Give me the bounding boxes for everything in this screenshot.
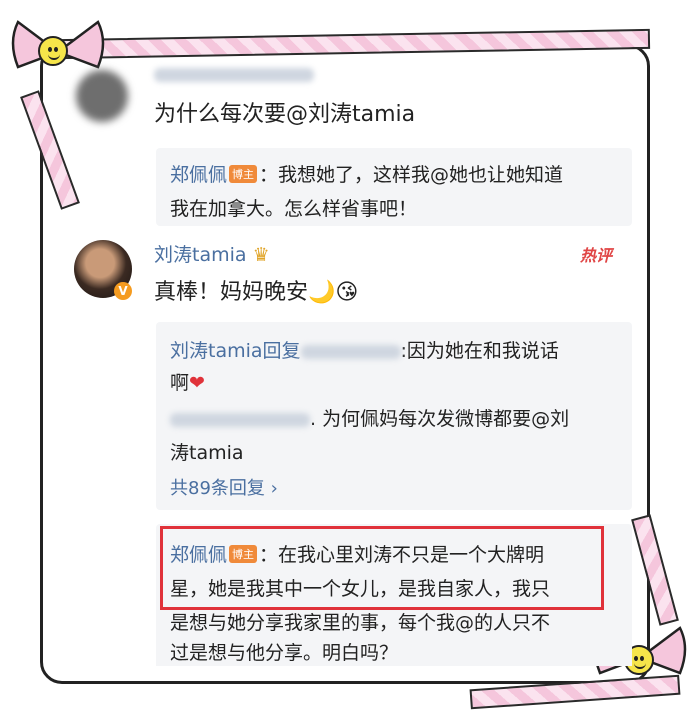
reply-text: ：我想她了，这样我@她也让她知道 <box>259 164 564 186</box>
weibo-comment-screenshot: 为什么每次要@刘涛tamia 郑佩佩 博主 ：我想她了，这样我@她也让她知道 我在加… <box>60 58 636 666</box>
blogger-badge: 博主 <box>229 165 258 183</box>
reply-line-1: 郑佩佩 博主 ：我想她了，这样我@她也让她知道 <box>170 160 563 187</box>
hot-comment-tag: 热评 <box>580 246 613 265</box>
red-highlight-rectangle <box>160 526 604 610</box>
heart-icon: ❤ <box>189 372 205 394</box>
avatar-blurred[interactable] <box>76 70 128 122</box>
sub-reply-1-cont: 啊❤ <box>170 372 205 394</box>
sub-reply-2[interactable]: . 为何佩妈每次发微博都要@刘 <box>170 404 569 431</box>
comment-author[interactable]: 刘涛tamia ♛ <box>154 240 270 267</box>
username-blurred <box>170 412 310 427</box>
comment-text: 真棒！妈妈晚安🌙😘 <box>154 280 359 305</box>
moon-icon: 🌙 <box>308 280 336 305</box>
kiss-emoji-icon: 😘 <box>335 280 359 305</box>
highlight-line-3: 是想与她分享我家里的事，每个我@的人只不 <box>170 612 551 634</box>
reply-author[interactable]: 郑佩佩 <box>170 164 227 186</box>
username-blurred <box>154 68 314 82</box>
more-replies-link[interactable]: 共89条回复 › <box>170 474 278 500</box>
crown-icon: ♛ <box>252 244 270 266</box>
post-question: 为什么每次要@刘涛tamia <box>154 102 416 127</box>
sub-reply-1[interactable]: 刘涛tamia回复:因为她在和我说话 <box>170 336 559 363</box>
verified-badge-icon: V <box>114 282 132 300</box>
highlight-line-4: 过是想与他分享。明白吗？ <box>170 642 399 664</box>
username-blurred <box>300 344 401 359</box>
reply-line-2: 我在加拿大。怎么样省事吧！ <box>170 198 418 220</box>
sub-reply-2-cont: 涛tamia <box>170 442 244 464</box>
